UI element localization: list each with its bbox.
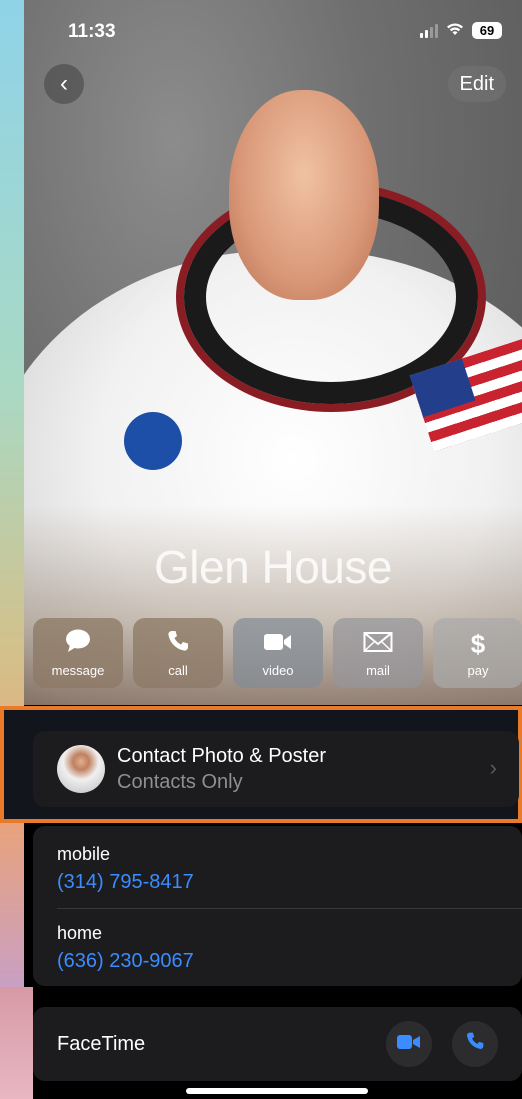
facetime-audio-button[interactable] — [452, 1021, 498, 1067]
divider — [57, 908, 522, 909]
dollar-icon: $ — [470, 628, 486, 659]
phone-number-link[interactable]: (314) 795-8417 — [57, 871, 194, 894]
contact-photo-poster-row[interactable]: Contact Photo & Poster Contacts Only › — [33, 731, 519, 807]
background-strip — [0, 0, 24, 1099]
mail-icon — [363, 629, 393, 659]
phone-icon — [465, 1031, 485, 1057]
poster-row-title: Contact Photo & Poster — [117, 745, 327, 767]
avatar — [57, 745, 105, 793]
facetime-card: FaceTime — [33, 1007, 522, 1081]
video-icon — [397, 1033, 421, 1056]
nasa-patch-icon — [124, 412, 182, 470]
wifi-icon — [446, 22, 464, 39]
pay-button[interactable]: $ pay — [433, 618, 522, 688]
phone-label: mobile — [57, 844, 111, 864]
message-button[interactable]: message — [33, 618, 123, 688]
phone-entry-home[interactable]: home (636) 230-9067 — [57, 923, 194, 973]
facetime-label: FaceTime — [57, 1033, 146, 1055]
status-icons: 69 — [420, 22, 502, 39]
phone-numbers-card: mobile (314) 795-8417 home (636) 230-906… — [33, 826, 522, 986]
chevron-right-icon: › — [489, 755, 497, 780]
cellular-signal-icon — [420, 23, 438, 38]
mail-label: mail — [366, 662, 390, 678]
phone-icon — [166, 629, 190, 659]
status-time: 11:33 — [68, 21, 116, 42]
battery-icon: 69 — [472, 22, 502, 39]
mail-button[interactable]: mail — [333, 618, 423, 688]
phone-number-link[interactable]: (636) 230-9067 — [57, 950, 194, 973]
message-icon — [65, 629, 91, 659]
edit-button[interactable]: Edit — [447, 66, 506, 102]
phone-label: home — [57, 923, 103, 943]
message-label: message — [51, 662, 105, 678]
poster-row-subtitle: Contacts Only — [117, 771, 243, 793]
contact-poster — [24, 0, 522, 705]
home-indicator[interactable] — [186, 1088, 368, 1094]
background-edge — [0, 987, 33, 1099]
poster-head — [229, 90, 379, 300]
pay-label: pay — [467, 662, 489, 678]
quick-actions: message call video mail $ pay — [33, 618, 522, 688]
call-label: call — [168, 662, 188, 678]
video-label: video — [262, 662, 294, 678]
video-button[interactable]: video — [233, 618, 323, 688]
facetime-video-button[interactable] — [386, 1021, 432, 1067]
contact-name: Glen House — [154, 541, 392, 593]
phone-entry-mobile[interactable]: mobile (314) 795-8417 — [57, 844, 194, 894]
call-button[interactable]: call — [133, 618, 223, 688]
video-icon — [263, 629, 293, 659]
back-button[interactable]: ‹ — [44, 64, 84, 104]
status-bar: 11:33 69 — [24, 18, 522, 48]
chevron-left-icon: ‹ — [60, 70, 68, 97]
